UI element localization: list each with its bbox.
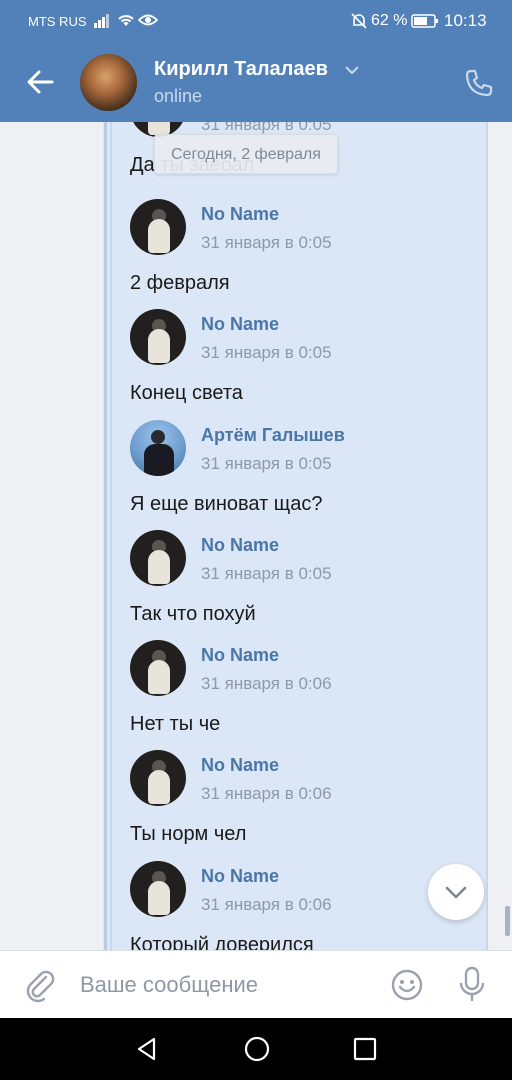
status-bar: MTS RUS 62 % 10:13 <box>0 0 512 42</box>
message-item[interactable]: No Name 31 января в 0:05 Конец света <box>0 309 512 419</box>
message-time: 31 января в 0:06 <box>201 674 332 693</box>
message-author[interactable]: No Name <box>201 314 279 335</box>
message-text: Который доверился <box>130 934 314 950</box>
message-item[interactable]: No Name 31 января в 0:06 Нет ты че <box>0 640 512 750</box>
contact-name[interactable]: Кирилл Талалаев <box>154 58 328 81</box>
message-time: 31 января в 0:06 <box>201 895 332 914</box>
mute-bell-icon <box>351 13 367 29</box>
message-text: Я еще виноват щас? <box>130 493 323 515</box>
author-avatar[interactable] <box>130 530 186 586</box>
microphone-icon[interactable] <box>456 965 488 1005</box>
message-item[interactable]: No Name 31 января в 0:05 2 февраля <box>0 199 512 309</box>
contact-avatar[interactable] <box>80 54 137 111</box>
message-time: 31 января в 0:05 <box>201 343 332 362</box>
chat-header: Кирилл Талалаев online <box>0 42 512 122</box>
clock: 10:13 <box>444 11 487 30</box>
wifi-icon <box>118 15 134 26</box>
battery-percent: 62 % <box>371 12 408 29</box>
message-input[interactable] <box>80 969 380 1001</box>
author-avatar[interactable] <box>130 199 186 255</box>
message-author[interactable]: No Name <box>201 204 279 225</box>
message-author[interactable]: No Name <box>201 755 279 776</box>
message-text: Так что похуй <box>130 603 256 625</box>
attach-paperclip-icon[interactable] <box>22 967 58 1003</box>
message-author[interactable]: No Name <box>201 866 279 887</box>
scroll-down-button[interactable] <box>428 864 484 920</box>
author-avatar[interactable] <box>130 861 186 917</box>
message-item[interactable]: Артём Галышев 31 января в 0:05 Я еще вин… <box>0 420 512 530</box>
message-author[interactable]: No Name <box>201 645 279 666</box>
chevron-down-icon[interactable] <box>344 64 360 76</box>
author-avatar[interactable] <box>130 309 186 365</box>
message-list[interactable]: 31 января в 0:05 Да ты заебал No Name 31… <box>0 122 512 950</box>
author-avatar[interactable] <box>130 640 186 696</box>
message-author[interactable]: No Name <box>201 535 279 556</box>
presence-status: online <box>154 86 203 106</box>
back-arrow-icon[interactable] <box>22 64 58 100</box>
message-author[interactable]: Артём Галышев <box>201 425 345 446</box>
message-text: Нет ты че <box>130 713 221 735</box>
message-time: 31 января в 0:05 <box>201 454 332 473</box>
author-avatar[interactable] <box>130 750 186 806</box>
author-avatar[interactable] <box>130 420 186 476</box>
system-nav-bar <box>0 1018 512 1080</box>
message-time: 31 января в 0:05 <box>201 233 332 252</box>
eye-icon <box>138 14 158 26</box>
scrollbar-thumb[interactable] <box>505 906 510 936</box>
nav-back-icon[interactable] <box>134 1036 160 1062</box>
message-item[interactable]: No Name 31 января в 0:06 Ты норм чел <box>0 750 512 860</box>
message-time: 31 января в 0:06 <box>201 784 332 803</box>
emoji-icon[interactable] <box>390 968 424 1002</box>
message-item[interactable]: No Name 31 января в 0:05 Так что похуй <box>0 530 512 640</box>
message-composer <box>0 950 512 1018</box>
carrier-label: MTS RUS <box>28 14 87 29</box>
chevron-down-icon <box>445 886 467 899</box>
message-text: Конец света <box>130 382 243 404</box>
nav-recents-icon[interactable] <box>353 1037 377 1061</box>
date-divider: Сегодня, 2 февраля <box>154 134 338 174</box>
phone-icon[interactable] <box>462 66 496 100</box>
message-text: Ты норм чел <box>130 823 247 845</box>
battery-icon <box>411 14 438 28</box>
signal-icon <box>94 14 109 28</box>
message-text: 2 февраля <box>130 272 230 294</box>
nav-home-icon[interactable] <box>243 1035 271 1063</box>
message-time: 31 января в 0:05 <box>201 564 332 583</box>
